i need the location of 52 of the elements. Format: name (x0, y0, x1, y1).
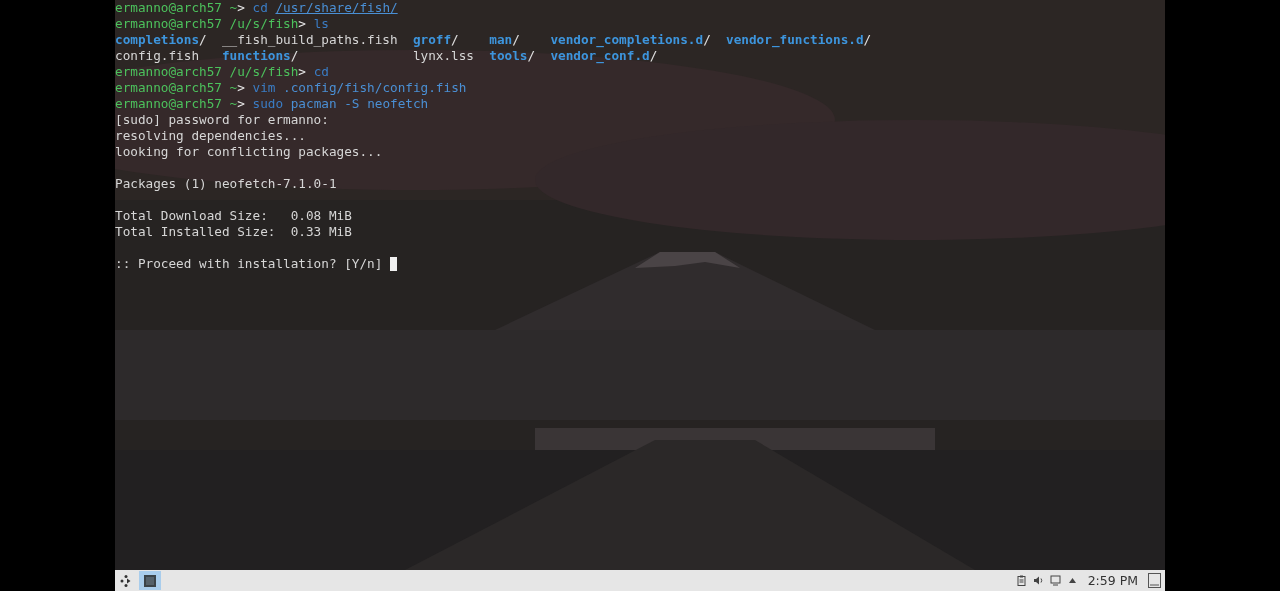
file-name: config.fish (115, 48, 201, 64)
prompt-symbol: > (298, 64, 306, 80)
command-argument: /usr/share/fish/ (275, 0, 398, 16)
command-argument: -S (344, 96, 360, 112)
file-name: __fish_build_paths.fish (221, 32, 398, 48)
clipboard-icon[interactable] (1015, 575, 1027, 586)
volume-icon[interactable] (1032, 575, 1044, 586)
prompt-symbol: > (237, 0, 245, 16)
directory-name: groff/ (412, 32, 460, 48)
command-name: cd (252, 0, 268, 16)
command-name: vim (252, 80, 276, 96)
output-line: Packages (1) neofetch-7.1.0-1 (115, 176, 337, 192)
network-icon[interactable] (1049, 575, 1061, 586)
directory-name: vendor_completions.d/ (550, 32, 711, 48)
prompt-symbol: > (237, 80, 245, 96)
prompt-user: ermanno@arch57 (115, 16, 222, 32)
app-launcher-icon[interactable] (119, 573, 133, 588)
prompt-path: ~ (229, 96, 238, 112)
output-line: Total Installed Size: 0.33 MiB (115, 224, 352, 240)
command-argument: pacman (290, 96, 337, 112)
prompt-path: ~ (229, 0, 238, 16)
output-line: looking for conflicting packages... (115, 144, 383, 160)
taskbar-window-button[interactable] (139, 571, 161, 590)
command-argument: .config/fish/config.fish (283, 80, 467, 96)
directory-name: man/ (489, 32, 521, 48)
prompt-path: /u/s/fish (229, 16, 299, 32)
prompt-symbol: > (298, 16, 306, 32)
directory-name: vendor_conf.d/ (550, 48, 659, 64)
directory-name: tools/ (489, 48, 536, 64)
command-name: ls (313, 16, 329, 32)
prompt-path: ~ (229, 80, 238, 96)
command-name: cd (313, 64, 329, 80)
output-line: Total Download Size: 0.08 MiB (115, 208, 352, 224)
prompt-user: ermanno@arch57 (115, 64, 222, 80)
clock[interactable]: 2:59 PM (1087, 573, 1138, 588)
prompt-user: ermanno@arch57 (115, 0, 222, 16)
directory-name: vendor_functions.d/ (726, 32, 872, 48)
prompt-user: ermanno@arch57 (115, 80, 222, 96)
directory-name: functions/ (221, 48, 300, 64)
prompt-path: /u/s/fish (229, 64, 299, 80)
show-desktop-icon[interactable] (1148, 573, 1161, 588)
expand-tray-icon[interactable] (1066, 575, 1078, 586)
output-line: :: Proceed with installation? [Y/n] (115, 256, 383, 272)
terminal-icon (144, 574, 156, 587)
command-argument: neofetch (367, 96, 429, 112)
output-line: resolving dependencies... (115, 128, 306, 144)
output-line: [sudo] password for ermanno: (115, 112, 329, 128)
file-name: lynx.lss (412, 48, 474, 64)
prompt-symbol: > (237, 96, 245, 112)
prompt-user: ermanno@arch57 (115, 96, 222, 112)
command-name: sudo (252, 96, 284, 112)
directory-name: completions/ (115, 32, 207, 48)
